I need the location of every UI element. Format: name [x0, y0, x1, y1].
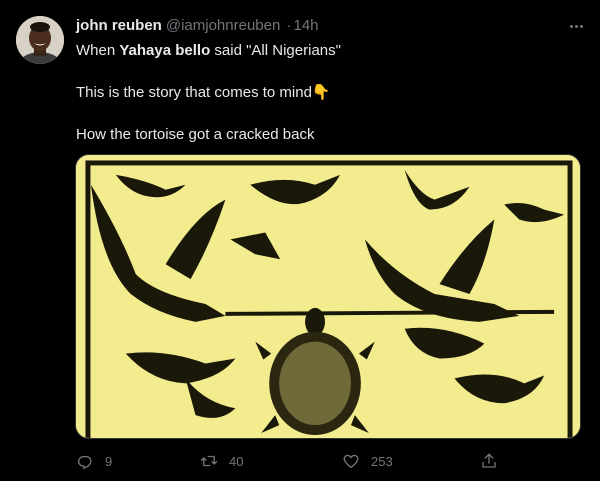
author-name[interactable]: john reuben [76, 17, 162, 34]
like-count: 253 [371, 453, 393, 469]
tweet[interactable]: john reuben @iamjohnreuben · 14h When Yaha… [0, 0, 600, 481]
bold-name: Yahaya bello [119, 42, 211, 59]
pointing-down-emoji: 👇 [311, 84, 331, 101]
reply-icon [78, 455, 92, 470]
share-button[interactable] [480, 449, 498, 473]
more-dots-icon[interactable] [566, 18, 586, 34]
reply-button[interactable]: 9 [76, 449, 112, 473]
retweet-button[interactable]: 40 [200, 449, 243, 473]
tweet-header: john reuben @iamjohnreuben · 14h [76, 16, 584, 36]
woodcut-illustration [76, 155, 580, 438]
tweet-line-2: This is the story that comes to mind👇 [76, 84, 331, 101]
heart-icon [343, 454, 359, 469]
tweet-text: When Yahaya bello said "All Nigerians" T… [76, 41, 582, 145]
avatar[interactable] [16, 16, 64, 64]
separator-dot: · [286, 17, 292, 34]
tweet-media-image[interactable] [75, 154, 581, 439]
share-icon [482, 453, 496, 468]
retweet-icon [200, 455, 218, 467]
like-button[interactable]: 253 [342, 449, 393, 473]
avatar-image [16, 16, 64, 64]
author-handle[interactable]: @iamjohnreuben [166, 17, 280, 34]
tweet-line-3: How the tortoise got a cracked back [76, 126, 315, 143]
reply-count: 9 [105, 453, 113, 469]
retweet-count: 40 [229, 453, 244, 469]
tweet-actions: 9 40 253 [76, 449, 582, 473]
timestamp[interactable]: 14h [293, 17, 318, 34]
tweet-line-1: When Yahaya bello said "All Nigerians" [76, 42, 341, 59]
